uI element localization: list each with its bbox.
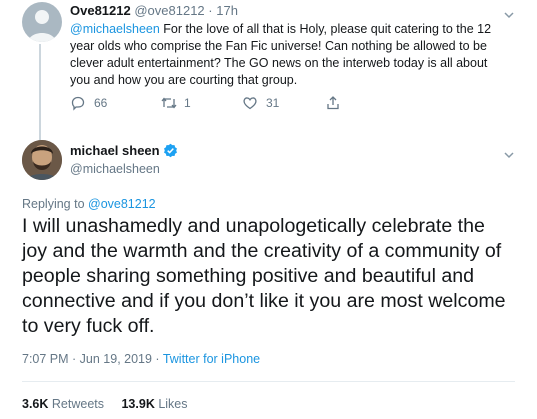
action-bar: 66 1 31 bbox=[70, 95, 370, 113]
like-button[interactable]: 31 bbox=[242, 95, 279, 111]
tweet-timestamp[interactable]: 7:07 PM · Jun 19, 2019 · bbox=[22, 352, 163, 366]
retweet-count: 1 bbox=[184, 96, 191, 110]
handle[interactable]: @michaelsheen bbox=[70, 162, 160, 176]
default-avatar-icon bbox=[28, 10, 56, 42]
tweet-text: I will unashamedly and unapologetically … bbox=[22, 215, 506, 337]
profile-photo bbox=[22, 140, 62, 180]
separator: · bbox=[208, 3, 213, 18]
reply-tweet[interactable]: Ove81212 @ove81212 · 17h @michaelsheen F… bbox=[0, 0, 537, 140]
chevron-down-icon[interactable] bbox=[502, 148, 516, 162]
mention-link[interactable]: @michaelsheen bbox=[70, 22, 160, 36]
likes-label: Likes bbox=[158, 397, 188, 411]
divider bbox=[22, 381, 515, 382]
display-name[interactable]: Ove81212 bbox=[70, 3, 131, 18]
reply-count: 66 bbox=[94, 96, 108, 110]
retweet-icon bbox=[161, 97, 177, 109]
avatar[interactable] bbox=[22, 140, 62, 180]
retweets-count: 3.6K bbox=[22, 397, 49, 411]
share-button[interactable] bbox=[325, 95, 341, 116]
like-icon bbox=[243, 97, 257, 110]
chevron-down-icon[interactable] bbox=[502, 8, 516, 22]
tweet-time[interactable]: 17h bbox=[216, 3, 238, 18]
likes-count: 13.9K bbox=[121, 397, 155, 411]
reply-tweet-text: @michaelsheen For the love of all that i… bbox=[70, 21, 510, 89]
main-tweet: michael sheen @michaelsheen Replying to … bbox=[0, 126, 537, 419]
handle[interactable]: @ove81212 bbox=[134, 3, 204, 18]
tweet-meta: 7:07 PM · Jun 19, 2019 · Twitter for iPh… bbox=[22, 352, 260, 366]
display-name[interactable]: michael sheen bbox=[70, 143, 160, 158]
reply-icon bbox=[71, 96, 85, 111]
likes-stat[interactable]: 13.9K Likes bbox=[121, 397, 187, 411]
retweets-stat[interactable]: 3.6K Retweets bbox=[22, 397, 107, 411]
like-count: 31 bbox=[266, 96, 280, 110]
replying-to-link[interactable]: @ove81212 bbox=[88, 197, 156, 211]
replying-prefix: Replying to bbox=[22, 197, 89, 211]
engagement-stats: 3.6K Retweets 13.9K Likes bbox=[22, 397, 188, 411]
verified-badge-icon bbox=[163, 143, 177, 158]
avatar[interactable] bbox=[22, 2, 62, 42]
reply-button[interactable]: 66 bbox=[70, 95, 107, 111]
share-icon bbox=[327, 96, 339, 110]
replying-to: Replying to @ove81212 bbox=[22, 197, 156, 211]
retweets-label: Retweets bbox=[51, 397, 104, 411]
retweet-button[interactable]: 1 bbox=[160, 95, 191, 111]
tweet-source[interactable]: Twitter for iPhone bbox=[163, 352, 260, 366]
